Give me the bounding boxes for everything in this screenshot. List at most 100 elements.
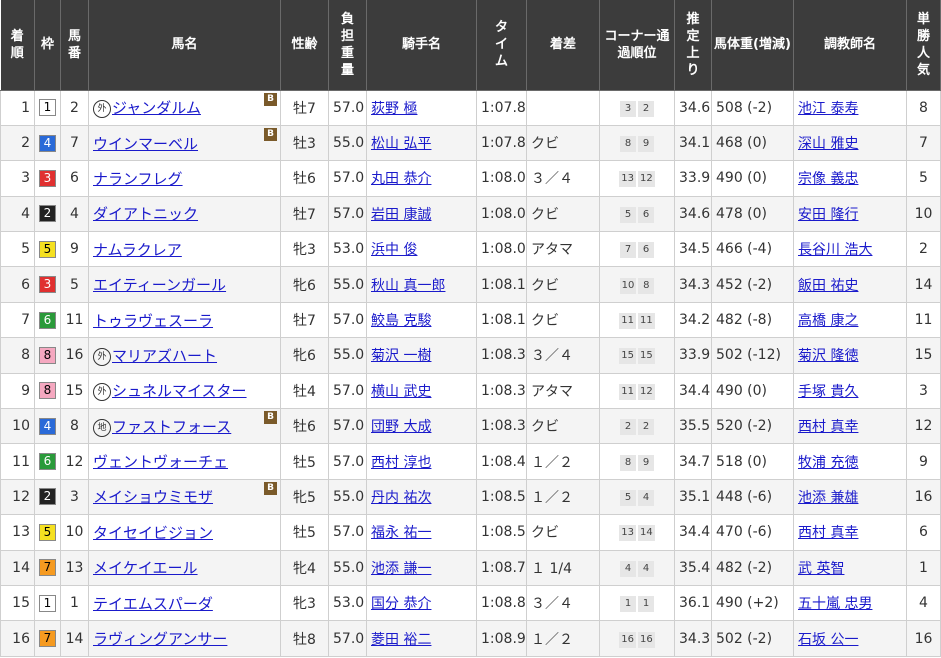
horse-link[interactable]: メイケイエール (93, 559, 198, 577)
corner-cell: 89 (599, 443, 675, 480)
time-cell: 1:08.3 (476, 337, 527, 374)
trainer-link[interactable]: 長谷川 浩大 (798, 242, 872, 258)
popularity-cell: 12 (906, 408, 941, 445)
sex-age-cell: 牡5 (280, 514, 329, 551)
header-waku: 枠 (34, 0, 61, 91)
table-row: 7 6 11 トゥラヴェスーラ 牡7 57.0 鮫島 克駿 1:08.1 クビ 11 11 34.2 4… (0, 301, 941, 339)
body-weight-cell: 468 (0) (711, 124, 794, 162)
horse-link[interactable]: エイティーンガール (93, 276, 226, 294)
jockey-link[interactable]: 秋山 真一郎 (371, 278, 445, 294)
jockey-link[interactable]: 岩田 康誠 (371, 207, 431, 223)
waku-cell: 7 (34, 620, 61, 657)
corner-cell: 54 (599, 478, 675, 516)
waku-badge: 7 (39, 630, 56, 648)
results-body: 1 1 2 外ジャンダルム B 牡7 57.0 荻野 極 1:07.8 3 2 34.6 508 (-2… (0, 89, 941, 657)
waku-badge: 2 (39, 488, 56, 506)
horse-link[interactable]: ラヴィングアンサー (93, 630, 227, 648)
trainer-link[interactable]: 深山 雅史 (798, 136, 858, 152)
waku-cell: 1 (34, 89, 61, 126)
header-jockey: 騎手名 (366, 0, 477, 91)
jockey-link[interactable]: 西村 淳也 (371, 455, 431, 471)
trainer-link[interactable]: 宗像 義忠 (798, 171, 858, 187)
jockey-link[interactable]: 丹内 祐次 (371, 490, 431, 506)
corner-position: 12 (638, 171, 655, 188)
sex-age-cell: 牝3 (280, 231, 329, 268)
horse-number-cell: 1 (60, 584, 89, 622)
jockey-link[interactable]: 福永 祐一 (371, 525, 431, 541)
waku-cell: 1 (34, 584, 61, 622)
jockey-link[interactable]: 鮫島 克駿 (371, 313, 431, 329)
horse-link[interactable]: テイエムスパーダ (93, 595, 213, 613)
trainer-link[interactable]: 五十嵐 忠男 (798, 596, 872, 612)
horse-cell: ナムラクレア (88, 231, 281, 268)
horse-cell: ラヴィングアンサー (88, 620, 281, 657)
corner-position: 15 (638, 348, 655, 365)
body-weight-cell: 470 (-6) (711, 514, 794, 551)
race-results-table: 着順 枠 馬番 馬名 性齢 負担重量 騎手名 タイム 着差 コーナー通過順位 推… (0, 0, 941, 657)
jockey-cell: 福永 祐一 (366, 514, 477, 551)
jockey-link[interactable]: 国分 恭介 (371, 596, 431, 612)
trainer-link[interactable]: 西村 真幸 (798, 525, 858, 541)
horse-link[interactable]: シュネルマイスター (112, 382, 247, 400)
horse-link[interactable]: ナムラクレア (93, 241, 182, 259)
horse-link[interactable]: マリアズハート (112, 347, 217, 365)
jockey-cell: 国分 恭介 (366, 584, 477, 622)
corner-position: 8 (638, 277, 655, 294)
trainer-link[interactable]: 西村 真幸 (798, 419, 858, 435)
weight-cell: 57.0 (328, 408, 367, 445)
trainer-link[interactable]: 池添 兼雄 (798, 490, 858, 506)
jockey-link[interactable]: 横山 武史 (371, 384, 431, 400)
body-weight-cell: 478 (0) (711, 195, 794, 233)
trainer-link[interactable]: 武 英智 (798, 561, 844, 577)
jockey-link[interactable]: 菊沢 一樹 (371, 348, 431, 364)
jockey-link[interactable]: 丸田 恭介 (371, 171, 431, 187)
waku-badge: 8 (39, 382, 56, 400)
horse-link[interactable]: トゥラヴェスーラ (93, 312, 213, 330)
trainer-link[interactable]: 牧浦 充徳 (798, 455, 858, 471)
last3f-cell: 35.1 (674, 478, 712, 516)
horse-link[interactable]: ジャンダルム (112, 99, 201, 117)
jockey-link[interactable]: 池添 謙一 (371, 561, 431, 577)
trainer-link[interactable]: 手塚 貴久 (798, 384, 858, 400)
trainer-link[interactable]: 菊沢 隆徳 (798, 348, 858, 364)
corner-position: 4 (638, 560, 654, 577)
jockey-cell: 浜中 俊 (366, 231, 477, 268)
horse-link[interactable]: ヴェントヴォーチェ (93, 453, 228, 471)
header-weight: 負担重量 (328, 0, 367, 91)
time-cell: 1:08.9 (476, 620, 527, 657)
horse-link[interactable]: ウインマーベル (93, 135, 198, 153)
trainer-link[interactable]: 池江 泰寿 (798, 101, 858, 117)
jockey-link[interactable]: 荻野 極 (371, 101, 417, 117)
trainer-cell: 手塚 貴久 (793, 372, 907, 410)
jockey-cell: 菱田 裕二 (366, 620, 477, 657)
horse-link[interactable]: タイセイビジョン (93, 524, 213, 542)
horse-number-cell: 3 (60, 478, 89, 516)
jockey-link[interactable]: 団野 大成 (371, 419, 431, 435)
body-weight-cell: 490 (+2) (711, 584, 794, 622)
corner-cell: 13 12 (599, 160, 675, 197)
header-pop: 単勝人気 (906, 0, 941, 91)
jockey-link[interactable]: 菱田 裕二 (371, 632, 431, 648)
corner-cell: 22 (599, 408, 675, 445)
horse-number-cell: 14 (60, 620, 89, 657)
body-weight-cell: 502 (-12) (711, 337, 794, 374)
last3f-cell: 34.2 (674, 301, 712, 339)
horse-link[interactable]: ナランフレグ (93, 170, 183, 188)
horse-link[interactable]: ファストフォース (112, 418, 231, 436)
sex-age-cell: 牝4 (280, 549, 329, 586)
horse-link[interactable]: メイショウミモザ (93, 488, 213, 506)
trainer-link[interactable]: 石坂 公一 (798, 632, 858, 648)
time-cell: 1:08.0 (476, 195, 527, 233)
waku-cell: 3 (34, 160, 61, 197)
corner-position: 1 (638, 596, 654, 613)
weight-cell: 53.0 (328, 584, 367, 622)
trainer-link[interactable]: 飯田 祐史 (798, 278, 858, 294)
origin-badge: 外 (93, 383, 111, 402)
jockey-link[interactable]: 浜中 俊 (371, 242, 417, 258)
trainer-link[interactable]: 高橋 康之 (798, 313, 858, 329)
weight-cell: 57.0 (328, 372, 367, 410)
horse-number-cell: 13 (60, 549, 89, 586)
horse-link[interactable]: ダイアトニック (93, 205, 198, 223)
trainer-link[interactable]: 安田 隆行 (798, 207, 858, 223)
jockey-link[interactable]: 松山 弘平 (371, 136, 431, 152)
